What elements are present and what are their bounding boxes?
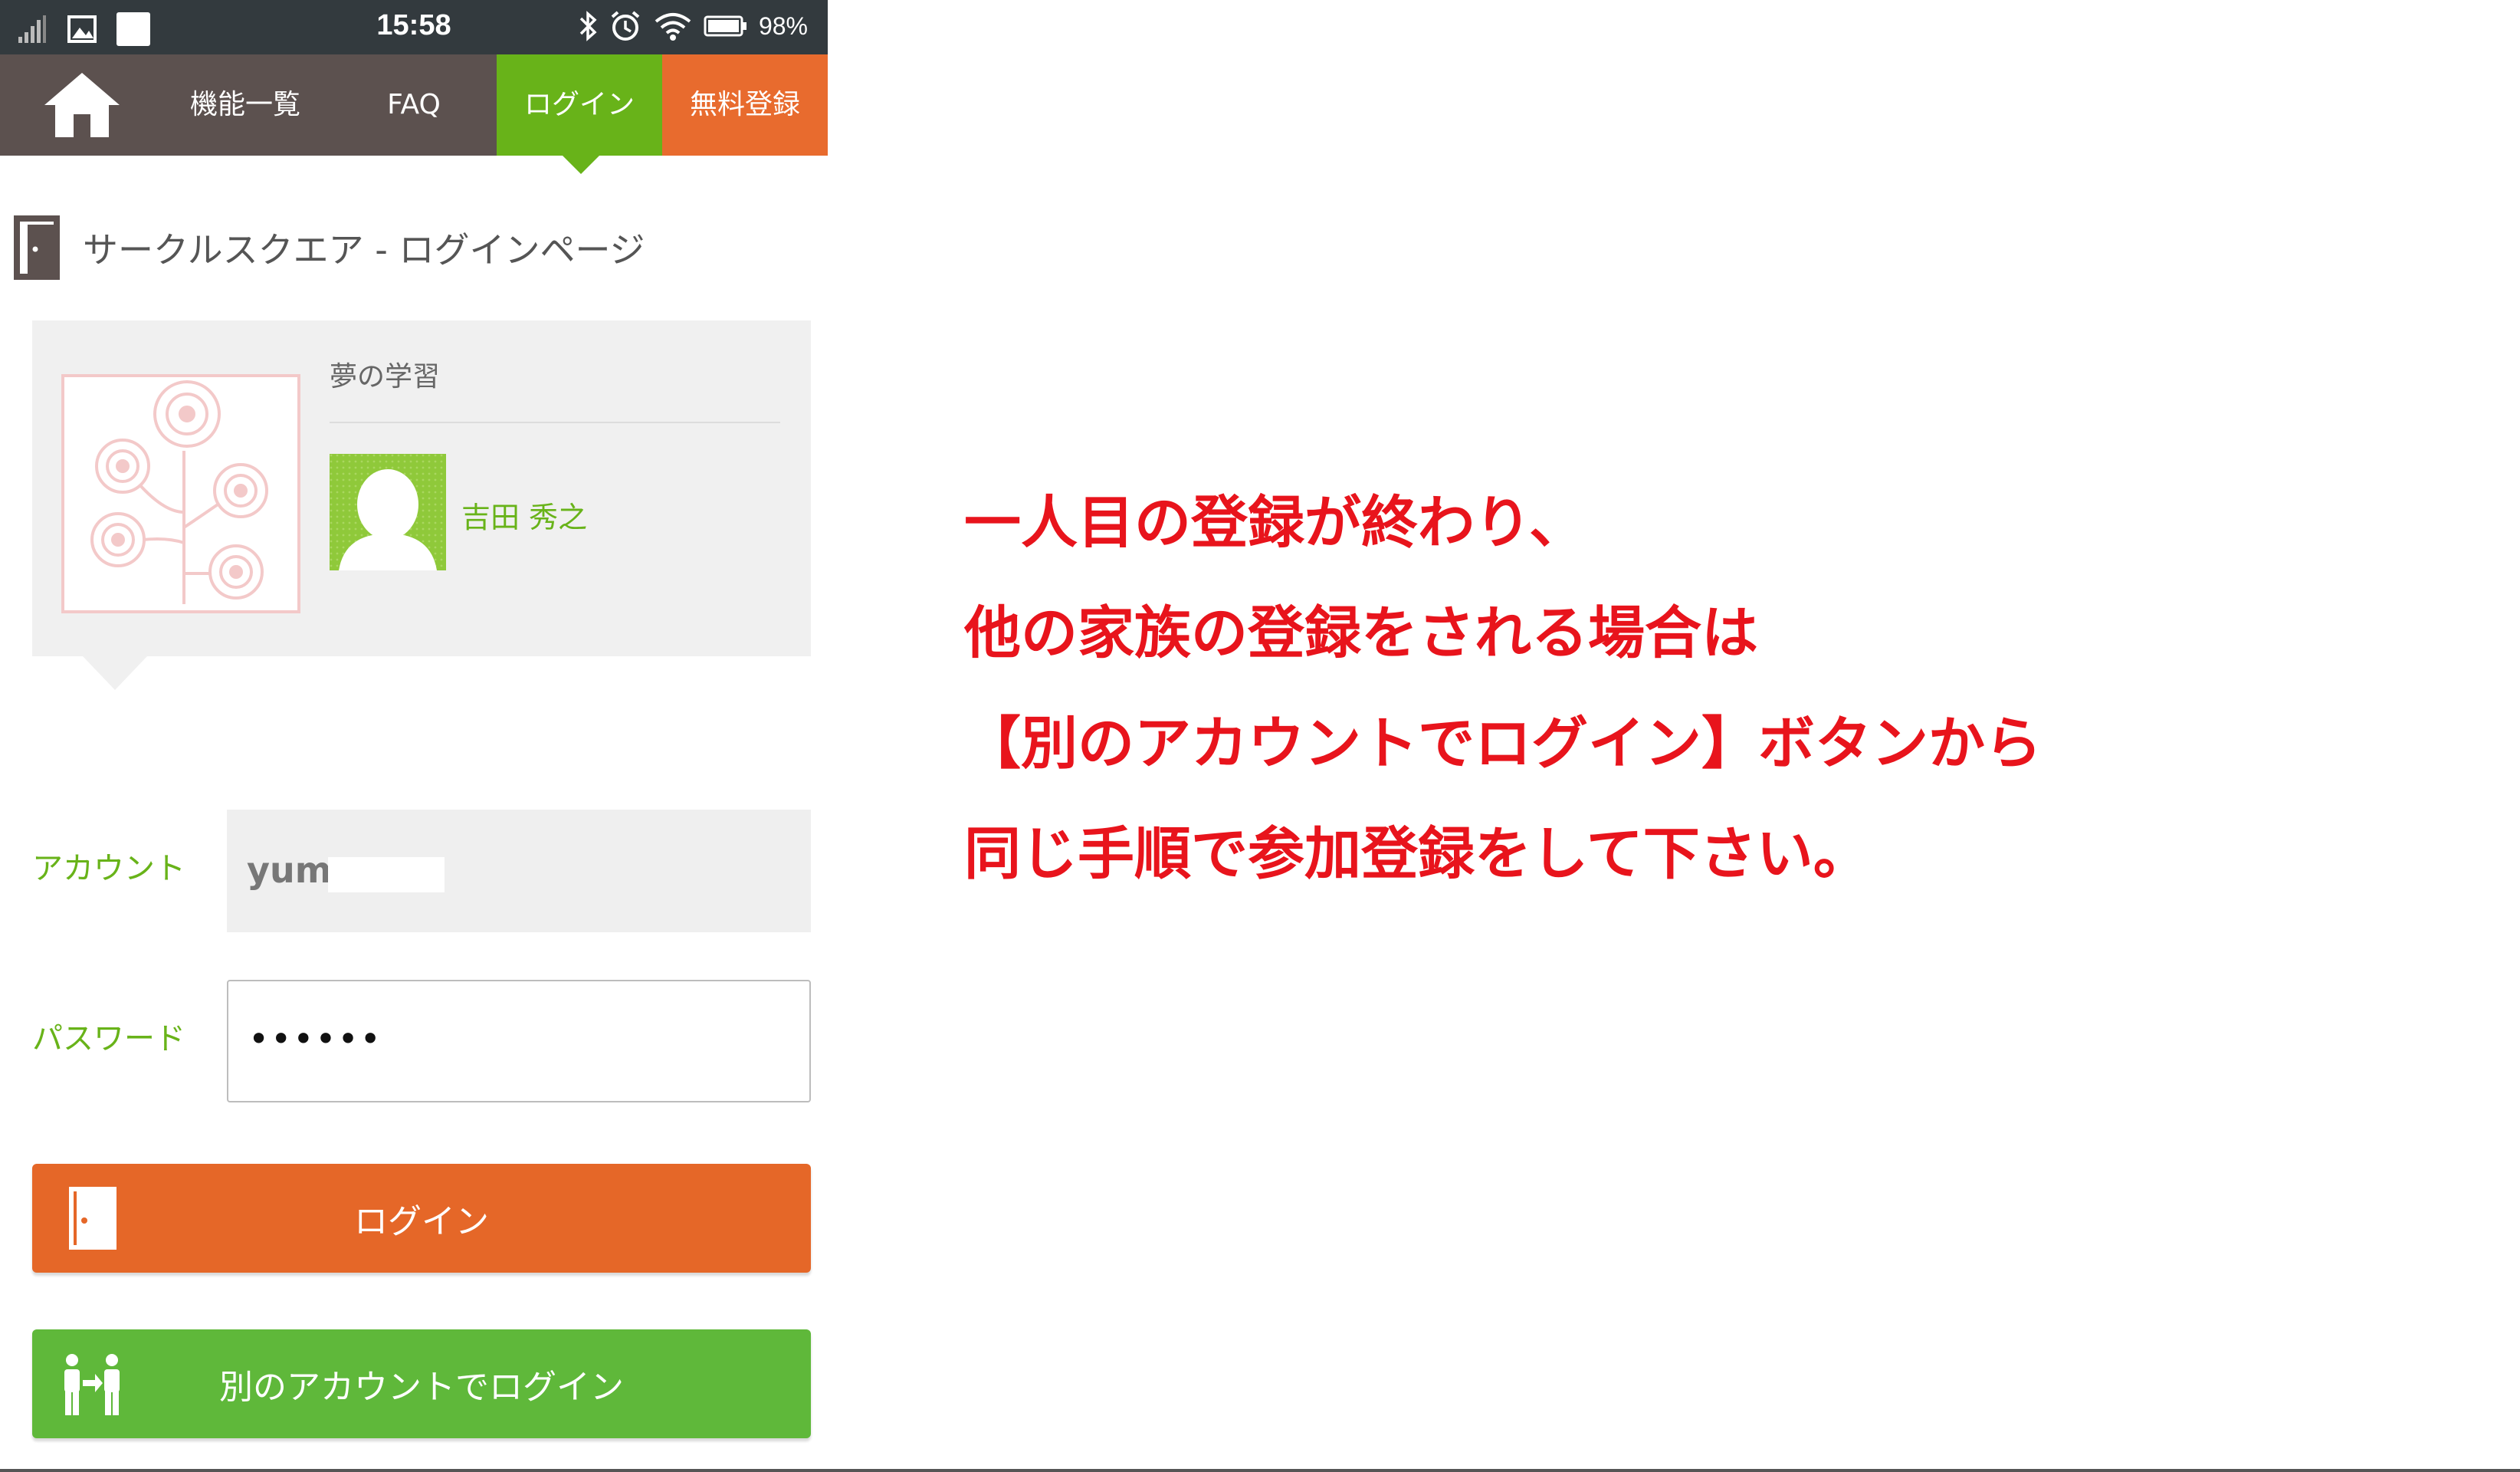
avatar-placeholder[interactable]	[330, 454, 446, 570]
account-value: yum	[247, 849, 332, 891]
password-label: パスワード	[32, 1021, 185, 1056]
annotation-line-3: 【別のアカウントでログイン】ボタンから	[964, 711, 2042, 777]
annotation-line-2: 他の家族の登録をされる場合は	[964, 600, 1758, 666]
status-right-icons: 98%	[578, 9, 808, 43]
password-value: ••••••	[248, 1018, 382, 1060]
password-input[interactable]: ••••••	[227, 980, 811, 1102]
annotation-line-4: 同じ手順で参加登録をして下さい。	[964, 821, 1870, 887]
door-icon	[69, 1187, 116, 1250]
active-tab-indicator	[563, 156, 599, 174]
people-switch-icon	[64, 1354, 120, 1415]
page-title: サークルスクエア - ログインページ	[83, 229, 645, 271]
wifi-icon	[655, 13, 691, 41]
login-button[interactable]: ログイン	[32, 1164, 811, 1273]
login-button-label: ログイン	[354, 1202, 489, 1241]
instruction-annotation: 一人目の登録が終わり、 他の家族の登録をされる場合は 【別のアカウントでログイン…	[964, 468, 2466, 909]
top-navigation: 機能一覧 FAQ ログイン 無料登録	[0, 54, 828, 156]
member-name[interactable]: 吉田 秀之	[461, 494, 587, 536]
status-bar: 15:58 98%	[0, 0, 828, 54]
page-header: サークルスクエア - ログインページ	[12, 213, 645, 282]
bluetooth-icon	[579, 11, 597, 41]
nav-login[interactable]: ログイン	[497, 54, 662, 156]
nav-register[interactable]: 無料登録	[662, 54, 828, 156]
nav-features[interactable]: 機能一覧	[161, 54, 330, 156]
circle-name: 夢の学習	[330, 361, 441, 393]
alarm-icon	[611, 11, 640, 41]
annotation-line-1: 一人目の登録が終わり、	[964, 490, 1586, 556]
card-divider	[330, 422, 780, 423]
screen: 15:58 98% 機能一覧 FAQ ログイン 無料登録 サークルスクエア - …	[0, 0, 2520, 1472]
battery-icon	[704, 15, 746, 37]
account-input[interactable]: yum	[227, 810, 811, 932]
account-label: アカウント	[32, 851, 185, 886]
other-account-button-label: 別のアカウントでログイン	[219, 1368, 624, 1407]
circle-tree-logo	[61, 374, 300, 613]
home-icon[interactable]	[40, 70, 124, 140]
redaction-mask	[328, 857, 445, 892]
battery-percent: 98%	[758, 12, 808, 40]
circle-card[interactable]: 夢の学習 吉田 秀之	[32, 320, 811, 656]
card-pointer	[83, 656, 147, 690]
nav-faq[interactable]: FAQ	[353, 54, 475, 156]
bottom-border	[0, 1469, 2520, 1472]
door-icon	[14, 215, 60, 280]
other-account-login-button[interactable]: 別のアカウントでログイン	[32, 1329, 811, 1438]
